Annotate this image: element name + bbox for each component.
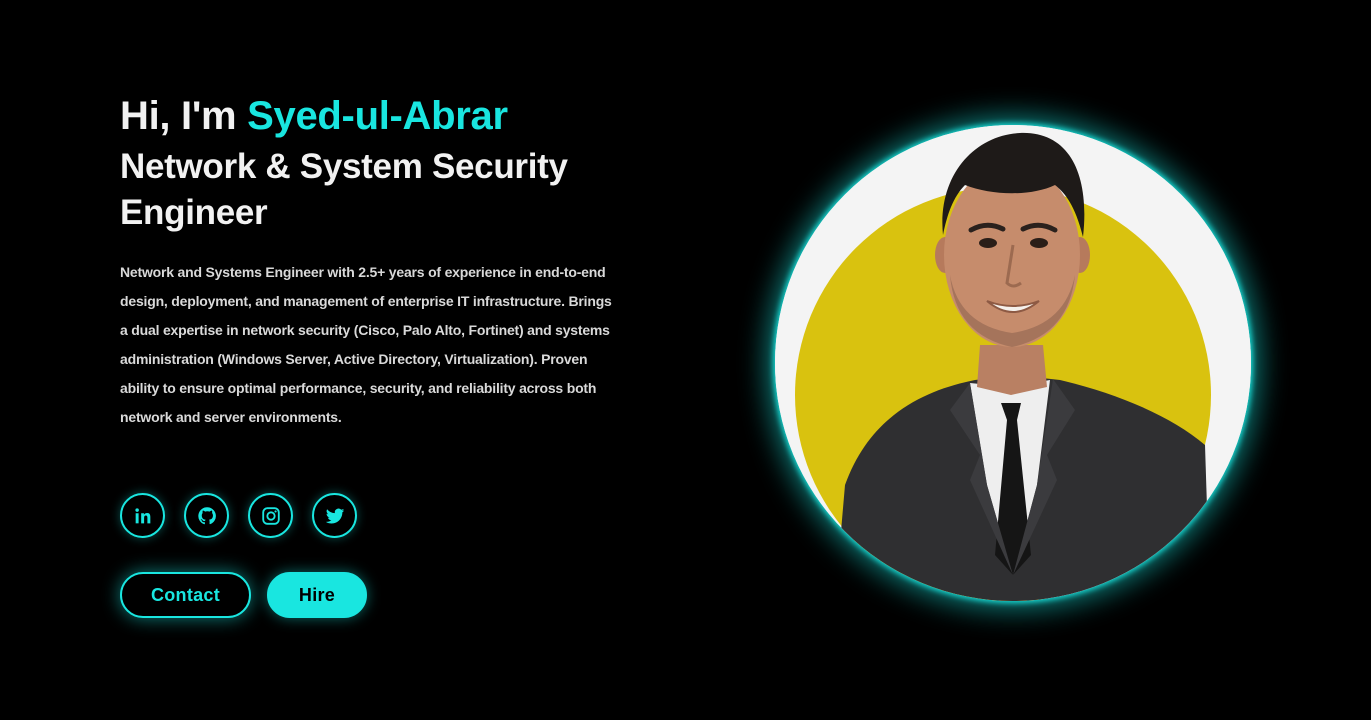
profile-photo-frame (775, 125, 1251, 601)
instagram-link[interactable] (248, 493, 293, 538)
intro-block: Hi, I'm Syed-ul-Abrar Network & System S… (120, 92, 620, 432)
twitter-link[interactable] (312, 493, 357, 538)
profile-photo (775, 125, 1251, 601)
instagram-icon (261, 506, 280, 525)
greeting-prefix: Hi, I'm (120, 94, 248, 138)
github-icon (197, 506, 216, 524)
social-links (120, 493, 357, 538)
hero-section: Hi, I'm Syed-ul-Abrar Network & System S… (0, 0, 1371, 720)
twitter-icon (325, 508, 344, 524)
bio-paragraph: Network and Systems Engineer with 2.5+ y… (120, 264, 612, 425)
person-name: Syed-ul-Abrar (247, 94, 508, 138)
linkedin-icon (134, 507, 150, 523)
contact-button[interactable]: Contact (120, 572, 251, 618)
linkedin-link[interactable] (120, 493, 165, 538)
hire-button[interactable]: Hire (267, 572, 367, 618)
action-buttons: Contact Hire (120, 572, 367, 618)
github-link[interactable] (184, 493, 229, 538)
job-title: Network & System Security Engineer (120, 147, 568, 232)
greeting-heading: Hi, I'm Syed-ul-Abrar (120, 92, 620, 140)
